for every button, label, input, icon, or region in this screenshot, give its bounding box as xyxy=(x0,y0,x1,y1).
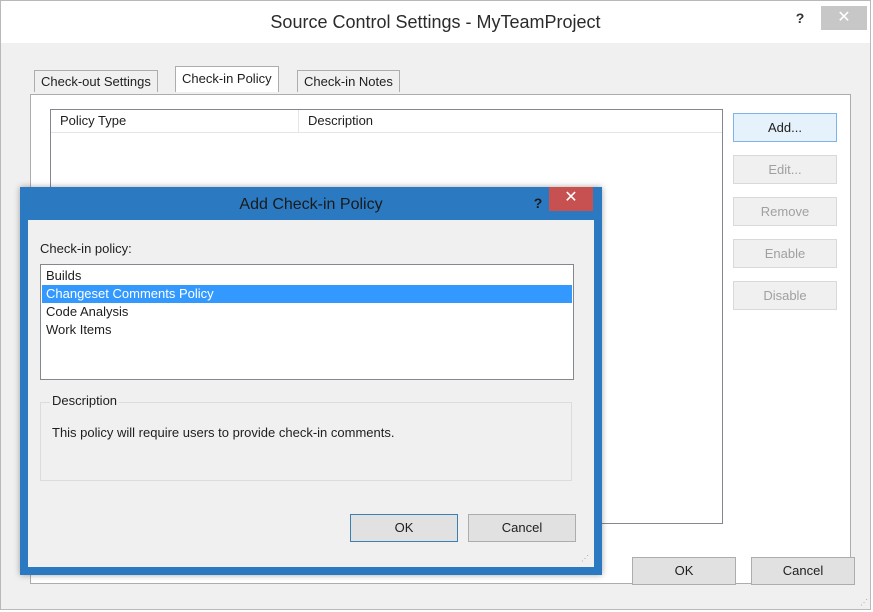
description-text: This policy will require users to provid… xyxy=(52,425,395,440)
tab-check-in-policy[interactable]: Check-in Policy xyxy=(175,66,279,92)
tab-check-out-settings[interactable]: Check-out Settings xyxy=(34,70,158,92)
dialog-client-area: Check-in policy: Builds Changeset Commen… xyxy=(28,220,594,567)
disable-button[interactable]: Disable xyxy=(733,281,837,310)
column-header-description[interactable]: Description xyxy=(299,110,722,132)
description-label: Description xyxy=(50,393,120,408)
list-item[interactable]: Work Items xyxy=(42,321,572,339)
help-icon[interactable]: ? xyxy=(788,7,812,29)
add-button[interactable]: Add... xyxy=(733,113,837,142)
list-item[interactable]: Code Analysis xyxy=(42,303,572,321)
tab-check-in-notes[interactable]: Check-in Notes xyxy=(297,70,400,92)
dialog-help-icon[interactable]: ? xyxy=(526,192,550,214)
main-title-bar[interactable]: Source Control Settings - MyTeamProject … xyxy=(1,1,870,43)
cancel-button[interactable]: Cancel xyxy=(751,557,855,585)
enable-button[interactable]: Enable xyxy=(733,239,837,268)
add-check-in-policy-dialog: Add Check-in Policy ? ✕ Check-in policy:… xyxy=(20,187,602,575)
dialog-resize-grip-icon[interactable]: ⋰ xyxy=(581,555,591,565)
description-groupbox: Description This policy will require use… xyxy=(40,393,572,481)
edit-button[interactable]: Edit... xyxy=(733,155,837,184)
column-header-policy-type[interactable]: Policy Type xyxy=(51,110,299,132)
dialog-close-icon[interactable]: ✕ xyxy=(549,187,593,211)
ok-button[interactable]: OK xyxy=(632,557,736,585)
list-item-selected[interactable]: Changeset Comments Policy xyxy=(42,285,572,303)
window-title: Source Control Settings - MyTeamProject xyxy=(270,12,601,32)
list-item[interactable]: Builds xyxy=(42,267,572,285)
listview-header: Policy Type Description xyxy=(51,110,722,133)
dialog-cancel-button[interactable]: Cancel xyxy=(468,514,576,542)
remove-button[interactable]: Remove xyxy=(733,197,837,226)
dialog-ok-button[interactable]: OK xyxy=(350,514,458,542)
check-in-policy-listbox[interactable]: Builds Changeset Comments Policy Code An… xyxy=(40,264,574,380)
close-icon[interactable]: ✕ xyxy=(821,6,867,30)
resize-grip-icon[interactable]: ⋰ xyxy=(860,599,870,609)
dialog-title: Add Check-in Policy xyxy=(239,196,383,213)
check-in-policy-label: Check-in policy: xyxy=(40,241,132,256)
